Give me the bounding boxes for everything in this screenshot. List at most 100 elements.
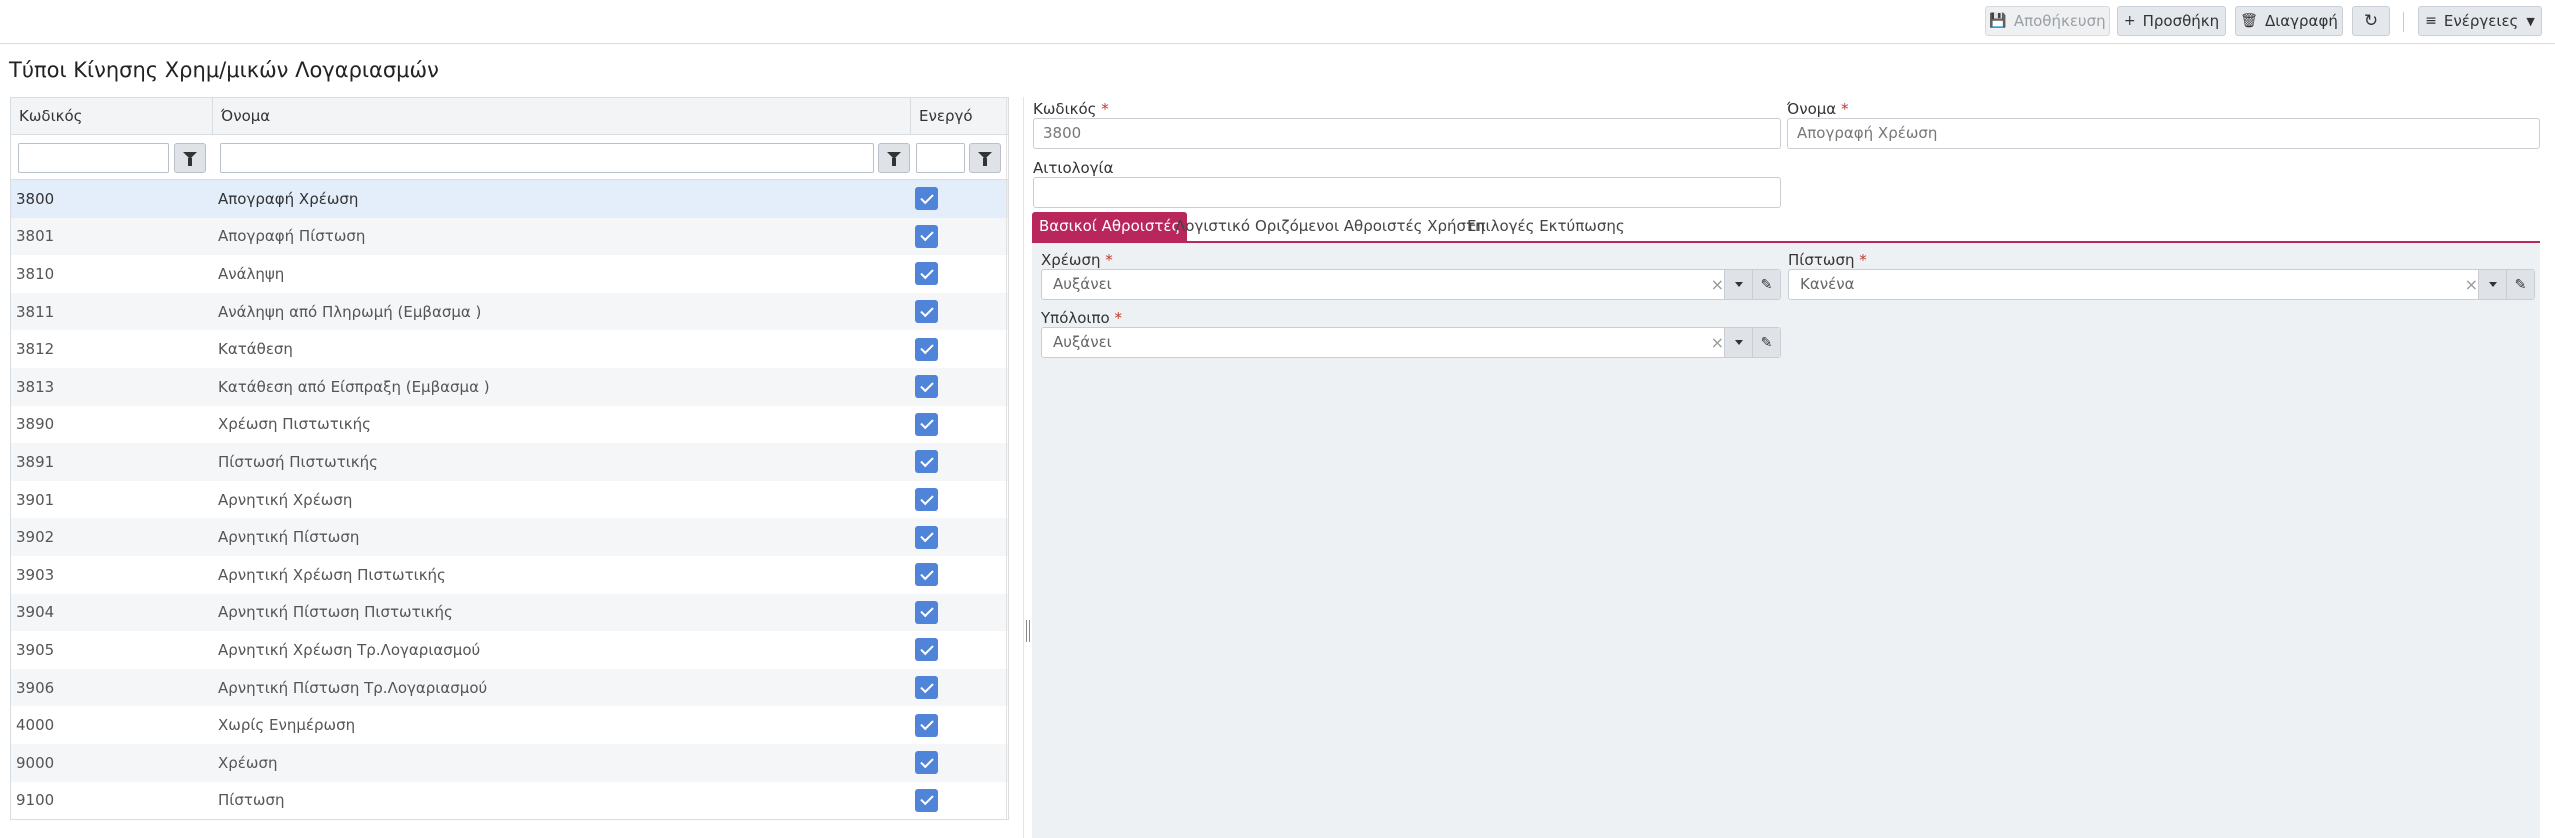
name-filter-button[interactable]: [878, 143, 910, 173]
code-filter-button[interactable]: [174, 143, 206, 173]
row-code: 3901: [16, 490, 55, 509]
table-row[interactable]: 3811 Ανάληψη από Πληρωμή (Εμβασμα ): [11, 292, 1008, 331]
row-name: Χρέωση Πιστωτικής: [218, 415, 371, 434]
clear-icon[interactable]: ×: [1711, 270, 1724, 299]
active-checkbox[interactable]: [915, 638, 938, 662]
active-checkbox[interactable]: [915, 788, 938, 812]
add-button[interactable]: + Προσθήκη: [2117, 6, 2226, 36]
active-checkbox[interactable]: [915, 676, 938, 700]
table-row[interactable]: 3906 Αρνητική Πίστωση Τρ.Λογαριασμού: [11, 668, 1008, 707]
row-code: 3906: [16, 678, 55, 697]
row-name: Αρνητική Πίστωση Πιστωτικής: [218, 603, 453, 622]
edit-icon[interactable]: ✎: [1752, 328, 1780, 357]
row-code: 3811: [16, 302, 55, 321]
active-checkbox[interactable]: [915, 713, 938, 737]
row-name: Πίστωση: [218, 791, 285, 810]
table-row[interactable]: 3901 Αρνητική Χρέωση: [11, 481, 1008, 519]
credit-value: Κανένα: [1800, 275, 1855, 293]
table-row[interactable]: 3891 Πίστωσή Πιστωτικής: [11, 443, 1008, 481]
clear-icon[interactable]: ×: [1711, 328, 1724, 357]
edit-icon[interactable]: ✎: [1752, 270, 1780, 299]
table-row[interactable]: 3810 Ανάληψη: [11, 255, 1008, 293]
name-label: Όνομα *: [1787, 100, 1848, 118]
active-checkbox[interactable]: [915, 337, 938, 361]
refresh-button[interactable]: ↻: [2352, 6, 2390, 36]
table-row[interactable]: 3890 Χρέωση Πιστωτικής: [11, 406, 1008, 444]
active-filter-input[interactable]: [916, 143, 965, 173]
filter-icon: [887, 151, 901, 166]
name-field[interactable]: Απογραφή Χρέωση: [1787, 118, 2540, 149]
tab-basic-totals[interactable]: Βασικοί Αθροιστές: [1032, 212, 1188, 241]
actions-dropdown[interactable]: ≡ Ενέργειες ▼: [2418, 6, 2542, 36]
edit-icon[interactable]: ✎: [2506, 270, 2534, 299]
active-checkbox[interactable]: [915, 488, 938, 512]
required-mark: *: [1105, 251, 1113, 269]
delete-button-label: Διαγραφή: [2264, 12, 2338, 30]
table-row[interactable]: 3902 Αρνητική Πίστωση: [11, 518, 1008, 556]
code-field[interactable]: 3800: [1033, 118, 1781, 149]
table-row[interactable]: 3905 Αρνητική Χρέωση Τρ.Λογαριασμού: [11, 631, 1008, 669]
chevron-down-icon[interactable]: [1724, 270, 1752, 299]
row-name: Κατάθεση: [218, 340, 293, 359]
credit-label: Πίστωση *: [1788, 251, 1867, 269]
clear-icon[interactable]: ×: [2465, 270, 2478, 299]
active-filter-button[interactable]: [969, 143, 1001, 173]
table-row[interactable]: 3903 Αρνητική Χρέωση Πιστωτικής: [11, 556, 1008, 594]
column-header-code[interactable]: Κωδικός: [11, 98, 213, 135]
row-name: Απογραφή Χρέωση: [218, 189, 359, 208]
active-checkbox[interactable]: [915, 525, 938, 549]
row-code: 9000: [16, 753, 55, 772]
save-icon: 💾: [1989, 13, 2007, 29]
balance-select[interactable]: Αυξάνει × ✎: [1041, 327, 1781, 358]
column-header-name[interactable]: Όνομα: [213, 98, 911, 135]
table-row[interactable]: 3800 Απογραφή Χρέωση: [11, 180, 1008, 218]
save-button[interactable]: 💾 Αποθήκευση: [1985, 6, 2110, 36]
menu-icon: ≡: [2425, 13, 2437, 29]
active-checkbox[interactable]: [915, 300, 938, 324]
row-code: 3902: [16, 528, 55, 547]
delete-button[interactable]: 🗑 Διαγραφή: [2235, 6, 2343, 36]
tab-accounting[interactable]: Λογιστικό: [1168, 212, 1257, 241]
name-filter-input[interactable]: [220, 143, 874, 173]
row-name: Αρνητική Χρέωση Πιστωτικής: [218, 565, 446, 584]
tab-user-totals[interactable]: Οριζόμενοι Αθροιστές Χρήστη: [1248, 212, 1492, 241]
active-checkbox[interactable]: [915, 262, 938, 286]
row-name: Κατάθεση από Είσπραξη (Εμβασμα ): [218, 377, 490, 396]
row-name: Αρνητική Πίστωση Τρ.Λογαριασμού: [218, 678, 488, 697]
splitter-handle[interactable]: [1026, 620, 1030, 642]
active-checkbox[interactable]: [915, 224, 938, 248]
debit-value: Αυξάνει: [1053, 275, 1112, 293]
table-row[interactable]: 9000 Χρέωση: [11, 744, 1008, 782]
table-row[interactable]: 3813 Κατάθεση από Είσπραξη (Εμβασμα ): [11, 368, 1008, 406]
row-name: Αρνητική Πίστωση: [218, 528, 360, 547]
grid-filter-row: [11, 135, 1008, 180]
active-checkbox[interactable]: [915, 375, 938, 399]
tab-print-options[interactable]: Επιλογές Εκτύπωσης: [1460, 212, 1632, 241]
trash-icon: 🗑: [2240, 13, 2258, 29]
chevron-down-icon[interactable]: [2478, 270, 2506, 299]
code-filter-input[interactable]: [18, 143, 169, 173]
table-row[interactable]: 3812 Κατάθεση: [11, 330, 1008, 368]
active-checkbox[interactable]: [915, 600, 938, 624]
table-row[interactable]: 4000 Χωρίς Ενημέρωση: [11, 706, 1008, 744]
debit-select[interactable]: Αυξάνει × ✎: [1041, 269, 1781, 300]
active-checkbox[interactable]: [915, 751, 938, 775]
active-checkbox[interactable]: [915, 187, 938, 211]
required-mark: *: [1840, 100, 1849, 118]
credit-select[interactable]: Κανένα × ✎: [1788, 269, 2535, 300]
column-header-active[interactable]: Ενεργό: [911, 98, 1008, 135]
reason-label: Αιτιολογία: [1033, 159, 1114, 177]
row-name: Χωρίς Ενημέρωση: [218, 716, 356, 735]
row-name: Αρνητική Χρέωση: [218, 490, 353, 509]
active-checkbox[interactable]: [915, 450, 938, 474]
table-row[interactable]: 3904 Αρνητική Πίστωση Πιστωτικής: [11, 593, 1008, 632]
table-row[interactable]: 3801 Απογραφή Πίστωση: [11, 217, 1008, 256]
active-checkbox[interactable]: [915, 412, 938, 436]
table-row[interactable]: 9100 Πίστωση: [11, 782, 1008, 819]
chevron-down-icon[interactable]: [1724, 328, 1752, 357]
row-code: 3903: [16, 565, 55, 584]
active-checkbox[interactable]: [915, 563, 938, 587]
reason-field[interactable]: [1033, 177, 1781, 208]
required-mark: *: [1114, 309, 1123, 327]
grid-scrollbar[interactable]: [1006, 97, 1015, 820]
